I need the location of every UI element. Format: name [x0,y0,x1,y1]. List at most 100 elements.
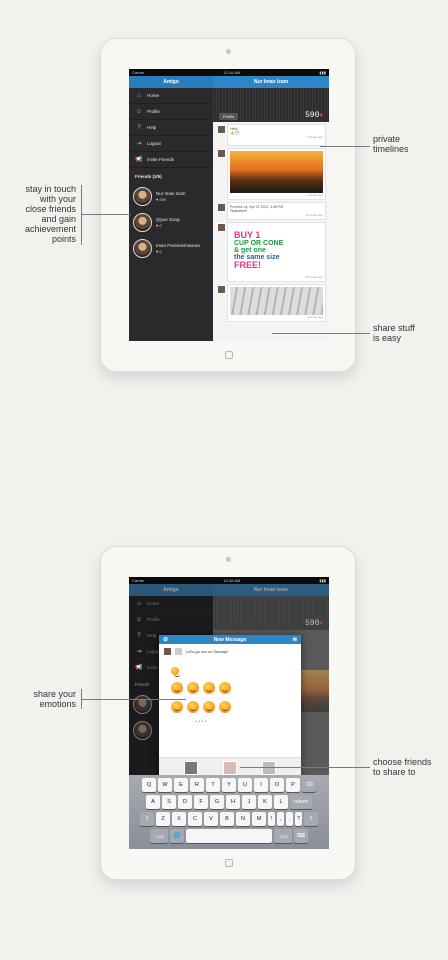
space-key[interactable] [186,829,272,843]
key[interactable]: B [220,812,234,826]
friend-item[interactable]: Irsan Parameshwaran ♥ 0 [129,235,213,261]
sidebar: ⌂ Home ☺ Profile ? Help ⇥ Logout 📢 Invite Fri… [129,88,213,341]
menu-item-profile[interactable]: ☺ Profile [129,612,213,628]
shift-key[interactable]: ⇧ [140,812,154,826]
emoticon-icon[interactable] [203,682,215,694]
avatar [133,212,152,232]
timeline-post[interactable]: Promise by: Apr 21 2013, 3:28 PM Testost… [217,202,326,220]
key[interactable]: L [274,795,288,809]
camera [226,49,231,54]
numbers-key[interactable]: .?123 [274,829,292,843]
emoticon-icon[interactable] [187,701,199,713]
key[interactable]: U [238,778,252,792]
menu-item-logout[interactable]: ⇥ Logout [129,136,213,152]
key[interactable]: E [174,778,188,792]
friend-item[interactable]: Nur Iman Izam ♥ 590 [129,183,213,209]
key[interactable]: O [270,778,284,792]
ipad-bottom: Carrier 12:16 AM ▮▮▮ Amigo Nur Iman Izam… [100,546,356,880]
friend-item[interactable]: Qiyue Song ♥ 0 [129,209,213,235]
emoticon-icon[interactable] [219,682,231,694]
key[interactable]: P [286,778,300,792]
send-icon[interactable]: ✉ [293,637,297,643]
carrier: Carrier [132,578,145,583]
key[interactable]: R [190,778,204,792]
emoticon-icon[interactable] [219,701,231,713]
timeline-post[interactable]: Hello 👍 💬 2 hours ago [217,124,326,146]
key[interactable]: I [254,778,268,792]
key[interactable]: H [226,795,240,809]
key[interactable]: D [178,795,192,809]
key[interactable]: G [210,795,224,809]
smile-emoticon-icon[interactable] [171,667,180,677]
attach-photo-icon[interactable] [174,647,183,656]
callout-private-timelines: private timelines [373,134,409,154]
globe-icon[interactable]: 🌐 [170,829,184,843]
cover-photo: 590♥ [213,596,329,630]
key[interactable]: Y [222,778,236,792]
avatar [217,125,226,134]
key[interactable]: ! [268,812,275,826]
key[interactable]: S [162,795,176,809]
key[interactable]: F [194,795,208,809]
user-icon: ☺ [135,108,143,115]
return-key[interactable]: return [290,795,312,809]
key[interactable]: J [242,795,256,809]
avatar [163,647,172,656]
emoticon-icon[interactable] [203,701,215,713]
key[interactable]: A [146,795,160,809]
score: 590♥ [304,111,323,120]
key[interactable]: ? [295,812,302,826]
message-text[interactable]: Let's go out on Sunday! [186,649,228,654]
close-icon[interactable]: ⊘ [163,636,168,643]
key[interactable]: N [236,812,250,826]
timeline-post[interactable]: 2 hours ago [217,284,326,322]
modal-header: ⊘ New Message ✉ [159,635,301,644]
emoticon-icon[interactable] [171,682,183,694]
timeline: Profile 590♥ Hello 👍 💬 2 hours ago 2 hou… [213,88,329,341]
numbers-key[interactable]: .?123 [150,829,168,843]
timeline-post[interactable]: BUY 1 CUP OR CONE & get one the same siz… [217,222,326,282]
menu-item-help[interactable]: ? Help [129,120,213,136]
ticket-photo [230,287,323,315]
friend-choice[interactable] [184,760,198,775]
logout-icon: ⇥ [136,648,142,655]
key[interactable]: M [252,812,266,826]
profile-tab[interactable]: Profile [219,113,239,120]
keyboard-row: .?123 🌐 .?123 ⌨ [131,829,327,843]
avatar [217,203,226,212]
avatar [217,149,226,158]
timeline-post[interactable]: 2 hours ago [217,148,326,200]
key[interactable]: Z [156,812,170,826]
key[interactable]: C [188,812,202,826]
callout-share-stuff: share stuff is easy [373,323,415,343]
shift-key[interactable]: ⇧ [304,812,318,826]
menu-item-home[interactable]: ⌂ Home [129,88,213,104]
key[interactable]: Q [142,778,156,792]
key[interactable]: V [204,812,218,826]
modal-title: New Message [213,636,247,643]
menu-item-home[interactable]: ⌂ Home [129,596,213,612]
emoticon-icon[interactable] [171,701,183,713]
new-message-modal: ⊘ New Message ✉ Let's go out on Sunday! … [159,635,301,777]
friend-choice[interactable] [223,760,237,775]
backspace-key[interactable]: ⌫ [302,778,316,792]
home-icon: ⌂ [137,92,141,99]
menu-item-invite[interactable]: 📢 Invite Friends [129,152,213,168]
home-button[interactable] [225,859,233,867]
key[interactable]: . [286,812,293,826]
clock: 12:16 AM [223,70,241,75]
key[interactable]: X [172,812,186,826]
emoticon-icon[interactable] [187,682,199,694]
keyboard-hide-icon[interactable]: ⌨ [294,829,308,843]
menu-item-profile[interactable]: ☺ Profile [129,104,213,120]
key[interactable]: W [158,778,172,792]
home-button[interactable] [225,351,233,359]
key[interactable]: , [277,812,284,826]
emoticon-picker: • • • • [159,659,301,729]
key[interactable]: T [206,778,220,792]
key[interactable]: K [258,795,272,809]
battery-icon: ▮▮▮ [319,578,326,583]
leader-line [272,333,370,334]
help-icon: ? [137,632,141,639]
leader-line [320,146,370,147]
